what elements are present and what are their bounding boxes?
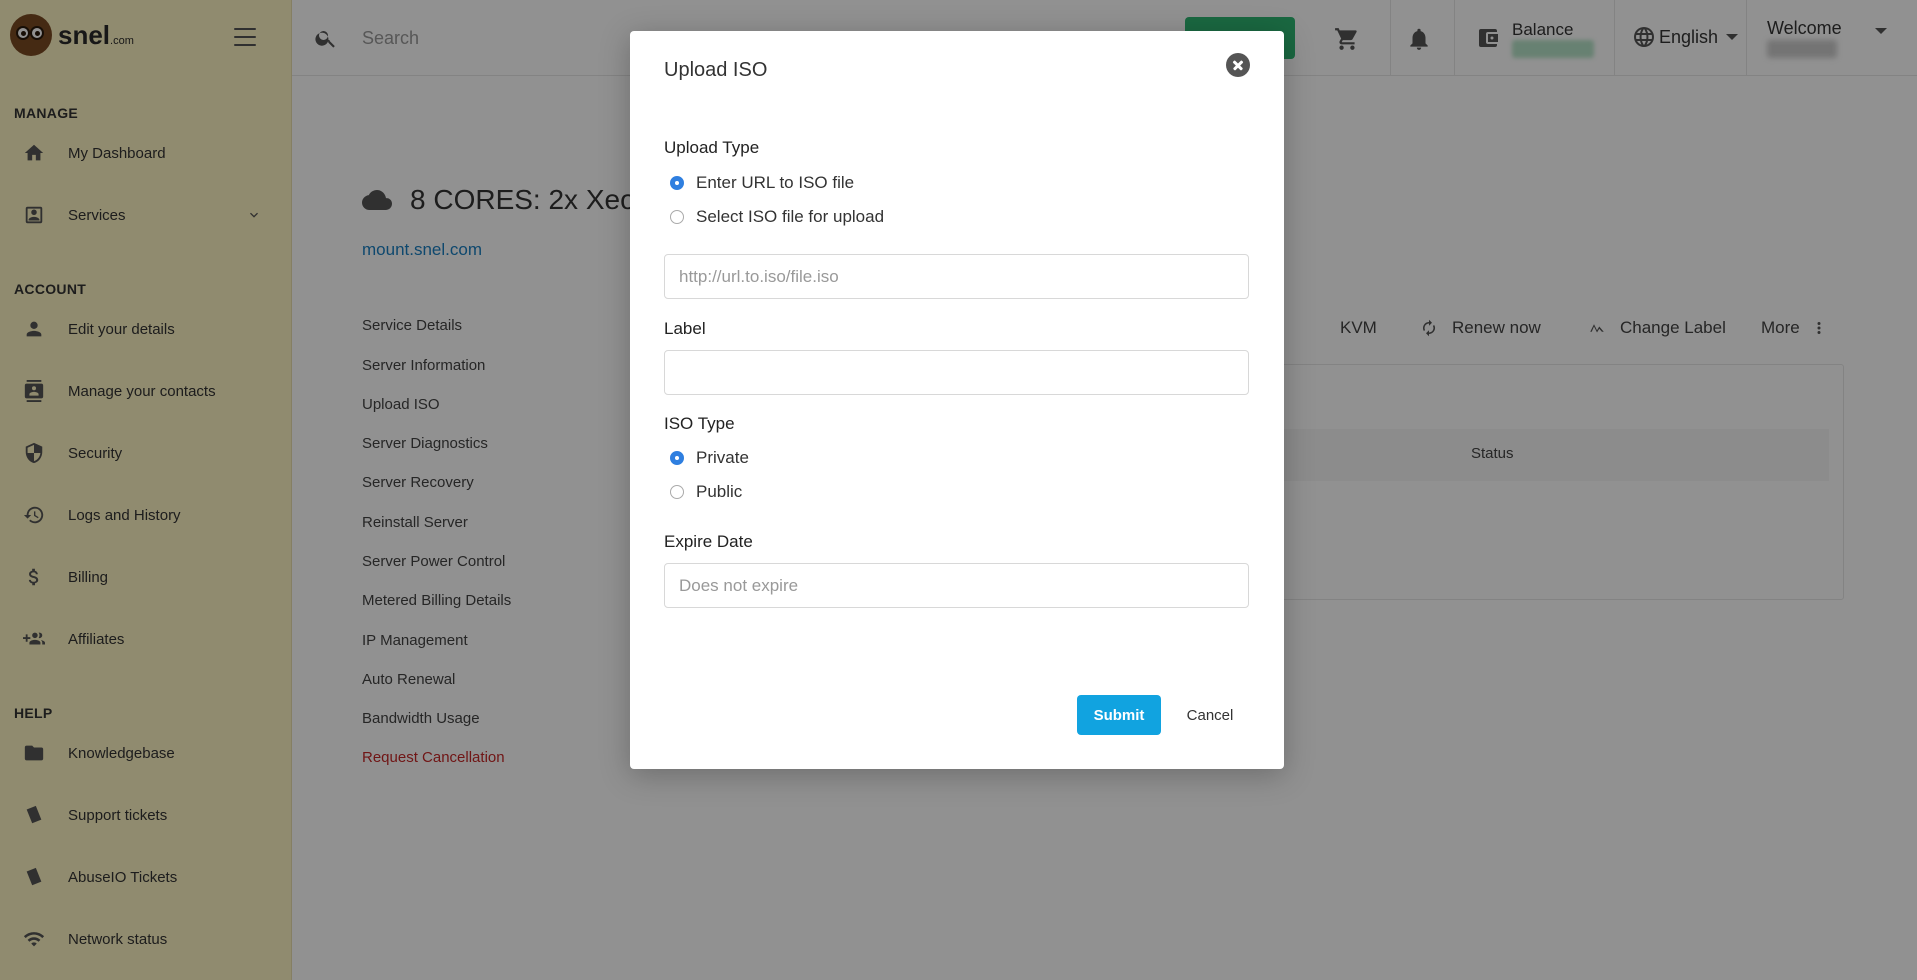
expire-date-label: Expire Date bbox=[664, 532, 753, 551]
submit-button[interactable]: Submit bbox=[1077, 695, 1161, 735]
expire-date-input[interactable] bbox=[664, 563, 1249, 608]
iso-type-label: ISO Type bbox=[664, 414, 735, 433]
radio-label: Public bbox=[696, 482, 743, 501]
radio-upload-url[interactable]: Enter URL to ISO file bbox=[670, 173, 854, 193]
label-field-label: Label bbox=[664, 319, 706, 338]
radio-iso-public[interactable]: Public bbox=[670, 482, 742, 502]
iso-url-input[interactable] bbox=[664, 254, 1249, 299]
radio-label: Enter URL to ISO file bbox=[696, 173, 855, 192]
radio-button[interactable] bbox=[670, 210, 684, 224]
radio-iso-private[interactable]: Private bbox=[670, 448, 749, 468]
close-icon[interactable] bbox=[1226, 53, 1250, 77]
radio-button[interactable] bbox=[670, 485, 684, 499]
cancel-button[interactable]: Cancel bbox=[1175, 695, 1245, 735]
upload-iso-modal: Upload ISO Upload Type Enter URL to ISO … bbox=[630, 31, 1284, 769]
label-input[interactable] bbox=[664, 350, 1249, 395]
modal-title: Upload ISO bbox=[664, 59, 768, 81]
radio-button[interactable] bbox=[670, 451, 684, 465]
radio-button[interactable] bbox=[670, 176, 684, 190]
upload-type-label: Upload Type bbox=[664, 138, 760, 157]
radio-label: Private bbox=[696, 448, 749, 467]
radio-label: Select ISO file for upload bbox=[696, 207, 885, 226]
radio-upload-file[interactable]: Select ISO file for upload bbox=[670, 207, 884, 227]
